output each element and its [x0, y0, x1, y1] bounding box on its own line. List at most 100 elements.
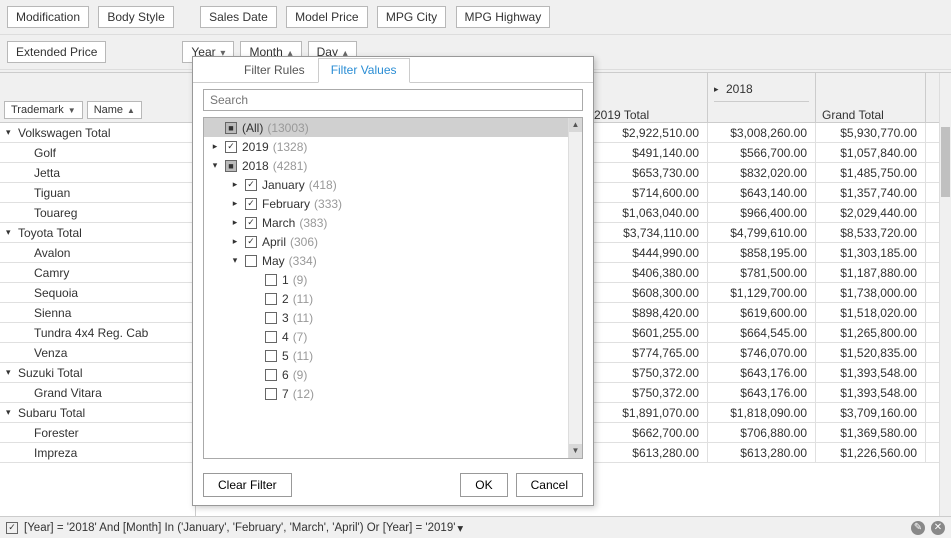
expand-icon[interactable]: ▸ — [230, 198, 240, 209]
chip-body-style[interactable]: Body Style — [98, 6, 173, 28]
chip-model-price[interactable]: Model Price — [286, 6, 367, 28]
checkbox[interactable]: ✓ — [245, 198, 257, 210]
tree-node[interactable]: ■ (All) (13003) — [204, 118, 582, 137]
row-group-header[interactable]: ▾ Volkswagen Total — [0, 123, 195, 143]
checkbox[interactable] — [265, 293, 277, 305]
checkbox[interactable]: ■ — [225, 122, 237, 134]
chip-mpg-city[interactable]: MPG City — [377, 6, 446, 28]
tree-node[interactable]: ▸ ✓ January (418) — [204, 175, 582, 194]
checkbox[interactable]: ■ — [225, 160, 237, 172]
dropdown-icon[interactable]: ▾ — [457, 521, 463, 535]
clear-filter-icon[interactable]: ✕ — [931, 521, 945, 535]
chip-trademark[interactable]: Trademark ▼ — [4, 101, 83, 119]
filter-tabs: Filter Rules Filter Values — [193, 57, 593, 83]
collapse-icon[interactable]: ▾ — [210, 160, 220, 171]
checkbox[interactable]: ✓ — [245, 236, 257, 248]
checkbox[interactable] — [265, 388, 277, 400]
row-label: Forester — [34, 426, 79, 440]
tree-node[interactable]: ▾■2018(4281) — [204, 156, 582, 175]
checkbox[interactable] — [265, 350, 277, 362]
tab-filter-values[interactable]: Filter Values — [318, 58, 410, 83]
expand-icon[interactable]: ▸ — [210, 141, 220, 152]
data-cell: $3,008,260.00 — [708, 123, 816, 142]
tree-count: (383) — [299, 216, 327, 230]
row-label: Golf — [34, 146, 56, 160]
tree-node[interactable]: ▸✓April(306) — [204, 232, 582, 251]
expand-icon[interactable]: ▸ — [714, 84, 722, 95]
tree-count: (1328) — [273, 140, 308, 154]
scrollbar-thumb[interactable] — [941, 127, 950, 197]
chip-modification[interactable]: Modification — [7, 6, 89, 28]
expand-icon[interactable]: ▸ — [230, 236, 240, 247]
checkbox[interactable]: ✓ — [225, 141, 237, 153]
checkbox[interactable] — [245, 255, 257, 267]
tree-node[interactable]: 6(9) — [204, 365, 582, 384]
row-group-header[interactable]: ▾Suzuki Total — [0, 363, 195, 383]
tree-label: 2019 — [242, 140, 269, 154]
tree-count: (418) — [309, 178, 337, 192]
row-label: Volkswagen Total — [18, 126, 111, 140]
checkbox[interactable]: ✓ — [245, 217, 257, 229]
chip-extended-price[interactable]: Extended Price — [7, 41, 106, 63]
expand-icon[interactable]: ▸ — [230, 217, 240, 228]
search-input[interactable] — [203, 89, 583, 111]
row-item: Sienna — [0, 303, 195, 323]
scroll-up-icon[interactable]: ▲ — [569, 118, 582, 132]
tree-node[interactable]: 1(9) — [204, 270, 582, 289]
row-label: Impreza — [34, 446, 77, 460]
cancel-button[interactable]: Cancel — [516, 473, 583, 497]
row-item: Forester — [0, 423, 195, 443]
checkbox[interactable] — [265, 331, 277, 343]
data-cell: $444,990.00 — [588, 243, 708, 262]
collapse-icon[interactable]: ▾ — [6, 407, 14, 418]
clear-filter-button[interactable]: Clear Filter — [203, 473, 292, 497]
tree-label: January — [262, 178, 305, 192]
data-cell: $643,176.00 — [708, 383, 816, 402]
tree-node[interactable]: ▸✓March(383) — [204, 213, 582, 232]
checkbox[interactable] — [265, 369, 277, 381]
tree-node[interactable]: ▸✓February(333) — [204, 194, 582, 213]
checkbox[interactable] — [265, 312, 277, 324]
data-cell: $664,545.00 — [708, 323, 816, 342]
row-group-header[interactable]: ▾Toyota Total — [0, 223, 195, 243]
chip-sales-date[interactable]: Sales Date — [200, 6, 277, 28]
row-item: Touareg — [0, 203, 195, 223]
data-cell: $1,063,040.00 — [588, 203, 708, 222]
tree-count: (13003) — [267, 121, 308, 135]
checkbox[interactable]: ✓ — [245, 179, 257, 191]
collapse-icon[interactable]: ▾ — [6, 227, 14, 238]
edit-filter-icon[interactable]: ✎ — [911, 521, 925, 535]
checkbox[interactable] — [265, 274, 277, 286]
tree-node[interactable]: 3(11) — [204, 308, 582, 327]
data-cell: $1,187,880.00 — [816, 263, 926, 282]
tree-count: (11) — [293, 311, 313, 325]
ok-button[interactable]: OK — [460, 473, 507, 497]
row-group-header[interactable]: ▾Subaru Total — [0, 403, 195, 423]
vertical-scrollbar[interactable] — [939, 73, 951, 516]
chip-mpg-highway[interactable]: MPG Highway — [456, 6, 551, 28]
filter-enabled-checkbox[interactable]: ✓ — [6, 522, 18, 534]
data-cell: $406,380.00 — [588, 263, 708, 282]
collapse-icon[interactable]: ▾ — [230, 255, 240, 266]
row-label: Camry — [34, 266, 69, 280]
data-cell: $643,176.00 — [708, 363, 816, 382]
chip-name[interactable]: Name ▲ — [87, 101, 142, 119]
tree-node[interactable]: ▾May(334) — [204, 251, 582, 270]
data-cell: $898,420.00 — [588, 303, 708, 322]
data-cell: $653,730.00 — [588, 163, 708, 182]
tree-node[interactable]: 7(12) — [204, 384, 582, 403]
tree-node[interactable]: 4(7) — [204, 327, 582, 346]
collapse-icon[interactable]: ▾ — [6, 127, 14, 138]
tree-label: (All) — [242, 121, 263, 135]
tree-node[interactable]: 5(11) — [204, 346, 582, 365]
expand-icon[interactable]: ▸ — [230, 179, 240, 190]
tree-node[interactable]: 2(11) — [204, 289, 582, 308]
tree-scrollbar[interactable]: ▲ ▼ — [568, 118, 582, 458]
tab-filter-rules[interactable]: Filter Rules — [231, 58, 318, 83]
collapse-icon[interactable]: ▾ — [6, 367, 14, 378]
col-2018[interactable]: ▸2018 — [714, 77, 809, 102]
data-cell: $832,020.00 — [708, 163, 816, 182]
scroll-down-icon[interactable]: ▼ — [569, 444, 582, 458]
row-label: Touareg — [34, 206, 77, 220]
tree-node[interactable]: ▸ ✓ 2019 (1328) — [204, 137, 582, 156]
